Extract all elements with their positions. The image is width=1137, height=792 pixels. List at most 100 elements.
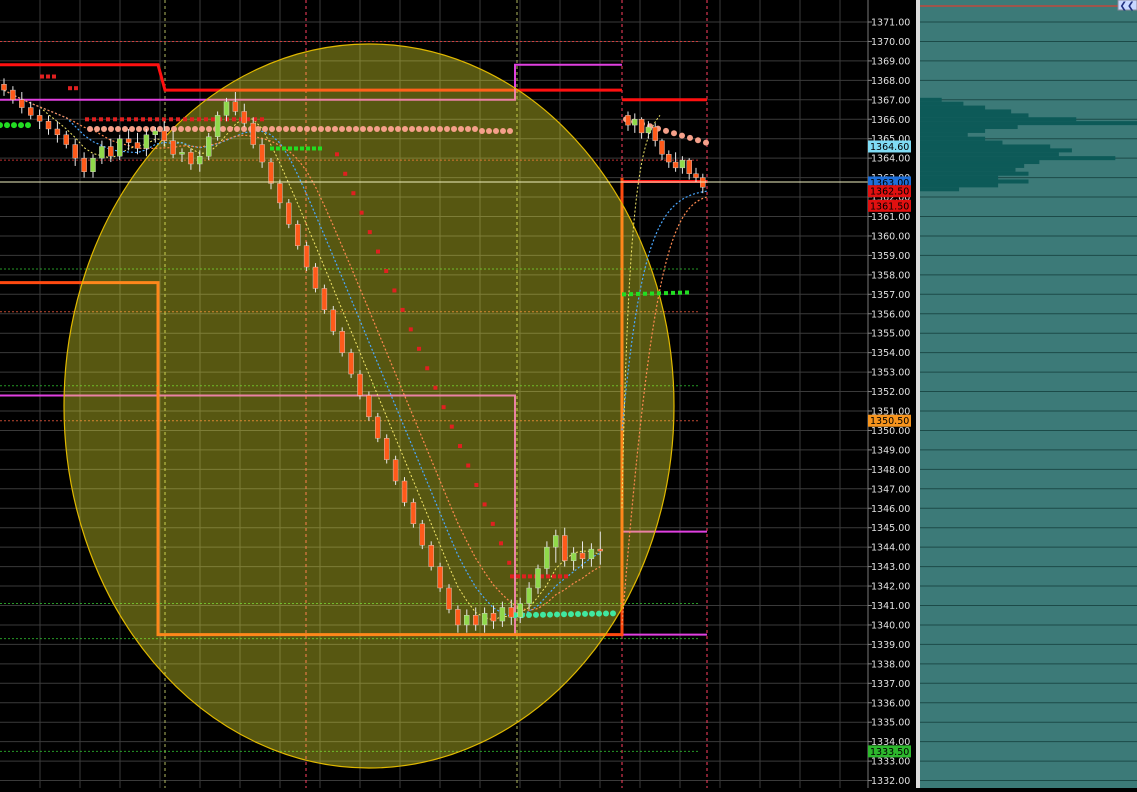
green-dot xyxy=(18,122,24,129)
salmon-dot xyxy=(332,125,338,132)
candle-down xyxy=(562,535,568,561)
red-square xyxy=(490,521,495,526)
volume-bar xyxy=(920,148,1072,153)
salmon-dot xyxy=(402,125,408,132)
candle-down xyxy=(286,202,292,225)
axis-tick-label: 1341.00 xyxy=(871,601,910,612)
candle-down xyxy=(686,159,692,174)
candle-down xyxy=(490,613,497,622)
green-square xyxy=(636,291,640,296)
candle-down xyxy=(473,615,479,626)
candle-down xyxy=(232,101,239,112)
red-square xyxy=(52,74,56,79)
salmon-dot xyxy=(199,125,205,132)
axis-tick-label: 1347.00 xyxy=(871,484,910,495)
candle-up xyxy=(481,613,488,626)
volume-bar xyxy=(920,144,1051,149)
candle-up xyxy=(535,568,541,589)
candle-down xyxy=(259,144,265,163)
candle-down xyxy=(392,459,399,482)
axis-tick-label: 1356.00 xyxy=(871,309,910,320)
salmon-dot xyxy=(318,125,324,132)
salmon-dot xyxy=(87,125,93,132)
volume-bar xyxy=(920,125,1018,130)
salmon-dot xyxy=(493,127,499,134)
red-square xyxy=(92,117,96,122)
candle-down xyxy=(375,416,381,439)
green-dot xyxy=(554,611,560,618)
red-square xyxy=(507,560,512,565)
candle-down xyxy=(28,107,34,116)
candle-down xyxy=(357,373,363,396)
axis-tick-label: 1353.00 xyxy=(871,368,910,379)
red-square xyxy=(522,574,526,579)
green-dot xyxy=(603,610,609,617)
red-square xyxy=(466,463,471,468)
candle-down xyxy=(72,144,78,159)
salmon-dot xyxy=(374,125,380,132)
salmon-dot xyxy=(171,125,177,132)
panel-divider[interactable] xyxy=(916,0,920,788)
salmon-dot xyxy=(381,125,387,132)
candle-up xyxy=(179,152,185,155)
axis-tick-label: 1333.00 xyxy=(871,757,910,768)
axis-tick-label: 1338.00 xyxy=(871,659,910,670)
red-square xyxy=(528,574,532,579)
salmon-dot xyxy=(409,125,415,132)
volume-bar xyxy=(920,136,986,141)
volume-bar xyxy=(920,109,1012,114)
volume-bar xyxy=(920,163,1025,168)
green-dot xyxy=(25,122,31,129)
volume-bar xyxy=(920,121,1137,126)
axis-tick-label: 1359.00 xyxy=(871,251,910,262)
salmon-dot xyxy=(220,125,226,132)
green-square xyxy=(685,290,689,295)
candle-down xyxy=(81,157,87,172)
trading-chart: 1371.00 1370.00 1369.00 1368.00 1367.00 1366.… xyxy=(0,0,1137,788)
red-square xyxy=(400,307,405,312)
candle-down xyxy=(134,142,141,149)
collapse-arrows-icon[interactable]: ❮❮ xyxy=(1119,2,1134,12)
axis-tick-label: 1346.00 xyxy=(871,504,910,515)
volume-bar xyxy=(920,152,1059,157)
candle-up xyxy=(143,134,150,149)
red-square xyxy=(499,541,503,546)
axis-tick-label: 1361.00 xyxy=(871,212,910,223)
salmon-dot xyxy=(437,125,443,132)
red-square xyxy=(141,117,145,122)
axis-tick-label: 1343.00 xyxy=(871,562,910,573)
axis-tick-label: 1354.00 xyxy=(871,348,910,359)
candle-down xyxy=(54,128,61,136)
red-square xyxy=(183,117,187,122)
red-square xyxy=(211,117,215,122)
red-square xyxy=(558,574,562,579)
axis-tick-label: 1366.00 xyxy=(871,115,910,126)
candle-down xyxy=(597,548,603,552)
price-marker-label: 1333.50 xyxy=(870,747,909,758)
salmon-dot xyxy=(679,132,685,139)
green-dot xyxy=(596,610,602,617)
red-square xyxy=(384,269,389,274)
red-square xyxy=(417,346,421,351)
candle-down xyxy=(625,115,631,126)
price-marker-label: 1364.60 xyxy=(870,142,909,153)
candle-down xyxy=(125,138,132,143)
red-square xyxy=(425,366,430,371)
red-square xyxy=(190,117,194,122)
green-dot xyxy=(4,122,10,129)
salmon-dot xyxy=(325,125,331,132)
candle-down xyxy=(45,120,52,130)
salmon-dot xyxy=(269,125,275,132)
volume-bar xyxy=(920,156,1116,161)
candle-down xyxy=(241,111,248,124)
price-chart-svg[interactable]: 1371.00 1370.00 1369.00 1368.00 1367.00 1366.… xyxy=(0,0,1137,788)
green-dot xyxy=(561,611,567,618)
salmon-dot xyxy=(395,125,401,132)
salmon-dot xyxy=(234,125,240,132)
salmon-dot xyxy=(108,125,114,132)
green-dot xyxy=(589,610,595,617)
candle-down xyxy=(666,154,672,163)
candle-up xyxy=(679,159,686,169)
red-square xyxy=(127,117,131,122)
red-square xyxy=(335,152,339,157)
